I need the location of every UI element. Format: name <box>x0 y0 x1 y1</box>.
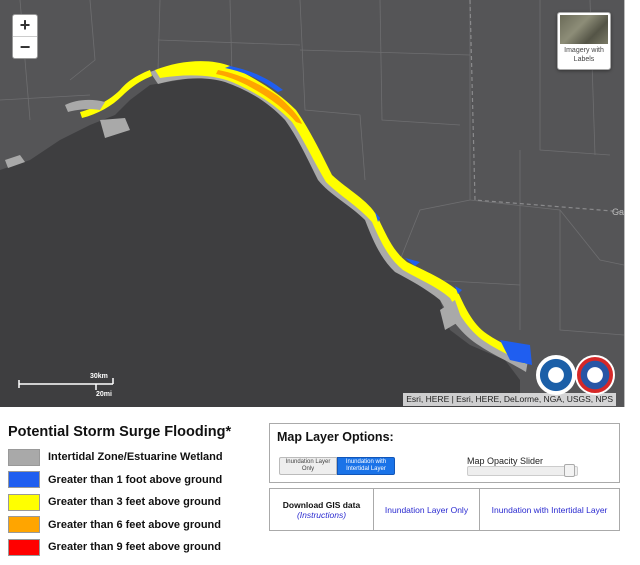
basemap-toggle-label: Imagery with Labels <box>564 47 604 63</box>
opacity-slider-label: Map Opacity Slider <box>467 456 544 466</box>
basemap-toggle[interactable]: Imagery with Labels <box>557 12 611 70</box>
nws-logo <box>575 355 615 395</box>
legend-label: Greater than 6 feet above ground <box>48 518 221 531</box>
legend-item: Intertidal Zone/Estuarine Wetland <box>8 446 258 469</box>
zoom-out-button[interactable]: − <box>13 36 37 58</box>
download-inundation-only-link[interactable]: Inundation Layer Only <box>374 489 480 530</box>
legend: Potential Storm Surge Flooding* Intertid… <box>8 424 258 559</box>
scale-mi-label: 20mi <box>96 391 112 398</box>
layer-toggle-group: Inundation Layer Only Inundation with In… <box>279 457 395 475</box>
legend-item: Greater than 1 foot above ground <box>8 469 258 492</box>
legend-swatch-6ft <box>8 516 40 534</box>
legend-label: Intertidal Zone/Estuarine Wetland <box>48 451 223 464</box>
basemap-thumbnail <box>560 15 608 44</box>
download-gis-cell: Download GIS data (Instructions) <box>270 489 374 530</box>
inundation-intertidal-toggle[interactable]: Inundation with Intertidal Layer <box>337 457 395 475</box>
legend-label: Greater than 1 foot above ground <box>48 473 223 486</box>
state-label: Ga <box>612 207 625 217</box>
legend-item: Greater than 3 feet above ground <box>8 491 258 514</box>
download-inundation-intertidal-link[interactable]: Inundation with Intertidal Layer <box>480 489 619 530</box>
gis-instructions-link[interactable]: (Instructions) <box>297 510 346 520</box>
legend-swatch-9ft <box>8 538 40 556</box>
map-view[interactable]: + − Imagery with Labels Ga 30km 20mi Esr… <box>0 0 625 407</box>
legend-label: Greater than 9 feet above ground <box>48 541 221 554</box>
zoom-in-button[interactable]: + <box>13 15 37 36</box>
legend-item: Greater than 6 feet above ground <box>8 514 258 537</box>
opacity-slider-track[interactable] <box>467 466 578 476</box>
noaa-logo <box>536 355 576 395</box>
download-links: Download GIS data (Instructions) Inundat… <box>269 488 620 531</box>
map-layer-options: Map Layer Options: Inundation Layer Only… <box>269 423 620 483</box>
legend-swatch-1ft <box>8 471 40 489</box>
map-attribution: Esri, HERE | Esri, HERE, DeLorme, NGA, U… <box>403 393 616 406</box>
download-gis-title: Download GIS data <box>282 499 361 510</box>
scale-km-label: 30km <box>90 373 108 380</box>
scale-bar: 30km 20mi <box>18 373 118 401</box>
legend-swatch-intertidal <box>8 448 40 466</box>
options-title: Map Layer Options: <box>277 430 394 444</box>
zoom-control: + − <box>12 14 38 59</box>
inundation-only-toggle[interactable]: Inundation Layer Only <box>279 457 337 475</box>
legend-item: Greater than 9 feet above ground <box>8 536 258 559</box>
legend-label: Greater than 3 feet above ground <box>48 496 221 509</box>
legend-title: Potential Storm Surge Flooding* <box>8 424 232 440</box>
opacity-slider-handle[interactable] <box>564 464 575 477</box>
legend-swatch-3ft <box>8 493 40 511</box>
map-basemap <box>0 0 624 407</box>
